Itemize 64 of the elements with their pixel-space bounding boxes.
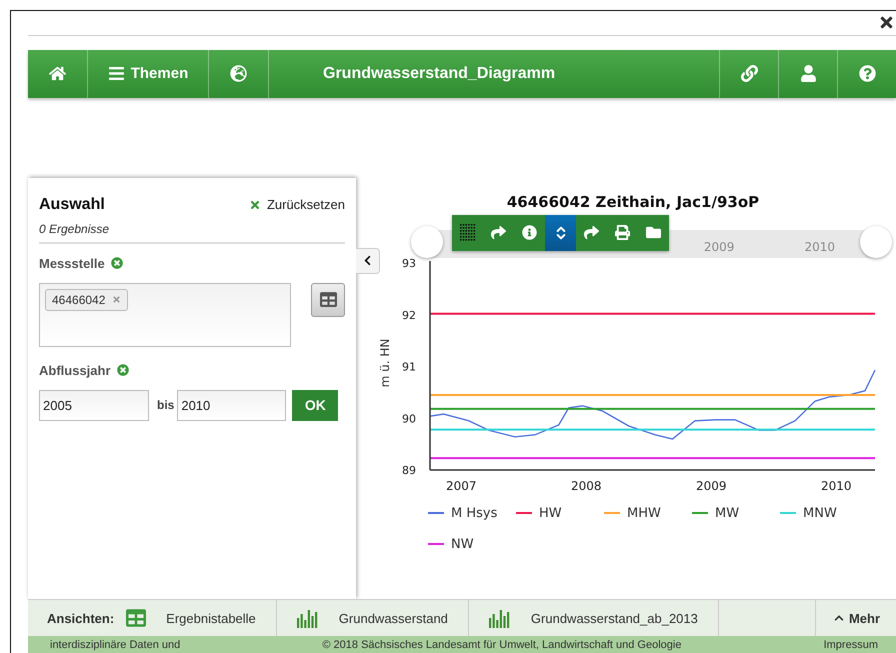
globe-icon [230, 65, 247, 82]
y-tick-label: 89 [402, 464, 416, 477]
station-select-field[interactable]: 46466042 [39, 282, 291, 347]
ok-button[interactable]: OK [292, 390, 338, 421]
legend-label: M Hsys [451, 506, 498, 521]
menu-icon [108, 65, 125, 82]
table-button[interactable] [311, 282, 345, 317]
imprint-link[interactable]: Impressum [824, 638, 878, 651]
from-year-field[interactable]: 2005 [39, 390, 149, 421]
x-tick-label: 2009 [696, 478, 727, 493]
legend-label: HW [539, 506, 562, 521]
dot-grid-icon [460, 224, 476, 242]
bar-chart-icon [296, 608, 319, 628]
y-tick-label: 91 [402, 360, 416, 374]
help-icon [858, 65, 876, 82]
navigator-label: 2010 [804, 238, 835, 256]
print-icon [615, 225, 630, 240]
range-separator: bis [157, 398, 174, 412]
x-tick-label: 2010 [820, 478, 852, 493]
table-icon [126, 608, 146, 628]
field-label: Messstelle [39, 256, 105, 271]
range-handle[interactable] [411, 226, 443, 258]
x-tick-label: 2008 [570, 478, 602, 493]
views-label: Ansichten: [46, 610, 116, 626]
link-icon [740, 65, 758, 82]
results-count: 0 Ergebnisse [39, 222, 345, 244]
user-icon [800, 65, 816, 82]
reset-link[interactable]: Zurücksetzen [248, 197, 345, 212]
to-year-field[interactable]: 2010 [177, 390, 286, 421]
remove-icon[interactable] [112, 295, 122, 304]
panel-title: Auswahl [39, 196, 105, 214]
y-tick-label: 93 [402, 258, 416, 270]
folder-icon [646, 225, 661, 240]
clear-icon[interactable] [116, 364, 129, 376]
chevron-left-icon [362, 255, 373, 266]
close-icon[interactable] [878, 14, 895, 32]
chevron-up-icon [834, 613, 844, 624]
bar-chart-icon [488, 608, 511, 628]
toolbar-button[interactable] [545, 214, 576, 251]
field-label: Abflussjahr [39, 362, 111, 378]
home-icon [49, 65, 66, 82]
legend-label: MNW [803, 506, 837, 521]
footer-text: interdisziplinäre Daten und [50, 638, 180, 651]
station-tag[interactable]: 46466042 [45, 288, 128, 311]
clear-icon[interactable] [110, 257, 123, 270]
nav-button[interactable]: Themen [88, 50, 209, 98]
collapse-button[interactable] [356, 248, 380, 274]
legend-label: NW [451, 536, 474, 552]
copyright-text: © 2018 Sächsisches Landesamt für Umwelt, Landwirtschaft und Geologie [322, 638, 682, 651]
info-icon [522, 225, 537, 240]
page-title: Grundwasserstand_Diagramm [322, 64, 556, 84]
y-tick-label: 92 [402, 308, 416, 322]
x-tick-label: 2007 [446, 478, 477, 493]
close-icon [248, 198, 261, 211]
range-handle[interactable] [860, 226, 892, 258]
chart-title: 46466042 Zeithain, Jac1/93oP [506, 192, 760, 211]
navigator-label: 2009 [704, 238, 734, 256]
legend-label: MW [715, 506, 740, 521]
curved-arrow-icon [491, 225, 506, 240]
curved-arrow-icon [584, 225, 599, 240]
table-icon [320, 291, 336, 308]
legend-label: MHW [627, 506, 661, 521]
y-axis-title: m ü. HN [380, 338, 392, 388]
y-tick-label: 90 [402, 412, 416, 426]
